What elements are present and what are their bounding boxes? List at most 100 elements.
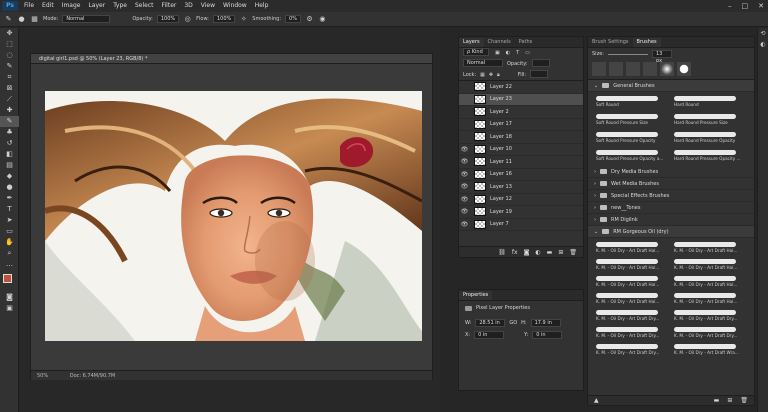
new-brush-group-icon[interactable]: ▬ <box>714 396 720 405</box>
link-go-label[interactable]: GO <box>509 320 517 326</box>
history-icon[interactable]: ⟲ <box>758 28 768 39</box>
brush-tool-icon[interactable]: ✎ <box>0 116 19 127</box>
smoothing-field[interactable]: 0% <box>285 15 301 23</box>
brush-tool-icon[interactable]: ✎ <box>4 15 13 24</box>
visibility-eye-icon[interactable]: 👁︎ <box>459 208 470 215</box>
visibility-eye-icon[interactable]: 👁︎ <box>459 183 470 190</box>
layer-row[interactable]: Layer 23 <box>459 93 583 106</box>
brush-preset[interactable]: K. M. - Oil Dry - Art Draft Hal... <box>592 274 662 290</box>
frame-tool-icon[interactable]: ⊠ <box>0 83 19 94</box>
color-icon[interactable]: ◐ <box>758 39 768 50</box>
brush-zoom-slider[interactable]: ▲ <box>594 396 599 405</box>
recent-brush-4[interactable] <box>643 62 657 76</box>
layer-row[interactable]: 👁︎ Layer 12 <box>459 194 583 206</box>
tab-brush-settings[interactable]: Brush Settings <box>588 38 633 47</box>
menu-help[interactable]: Help <box>251 0 273 12</box>
close-button[interactable]: ✕ <box>758 0 764 12</box>
quick-select-tool-icon[interactable]: ✎ <box>0 61 19 72</box>
tab-paths[interactable]: Paths <box>515 38 537 47</box>
lasso-tool-icon[interactable]: ◌ <box>0 50 19 61</box>
brush-group-oil[interactable]: ⌄ RM Gorgeous Oil (dry) <box>588 226 754 238</box>
healing-tool-icon[interactable]: ✚ <box>0 105 19 116</box>
brush-group-digiink[interactable]: › RM DigiInk <box>588 214 754 226</box>
x-field[interactable]: 0 in <box>474 331 505 339</box>
lock-position-icon[interactable]: ✥ <box>489 70 493 80</box>
new-group-icon[interactable]: ▬ <box>547 247 553 257</box>
brush-preset[interactable]: K. M. - Oil Dry - Art Draft Hal... <box>592 240 662 256</box>
visibility-eye-icon[interactable]: 👁︎ <box>459 146 470 153</box>
eyedropper-tool-icon[interactable]: ⟋ <box>0 94 19 105</box>
marquee-tool-icon[interactable]: ⬚ <box>0 39 19 50</box>
brush-preset[interactable]: Soft Round <box>592 94 662 110</box>
adjustment-layer-icon[interactable]: ◐ <box>535 247 540 257</box>
dodge-tool-icon[interactable]: ● <box>0 182 19 193</box>
y-field[interactable]: 0 in <box>532 331 563 339</box>
layer-row[interactable]: 👁︎ Layer 19 <box>459 206 583 219</box>
h-field[interactable]: 17.9 in <box>530 319 561 327</box>
layer-row[interactable]: 👁︎ Layer 13 <box>459 181 583 194</box>
history-brush-tool-icon[interactable]: ↺ <box>0 138 19 149</box>
brush-preset[interactable]: K. M. - Oil Dry - Art Draft Dry... <box>592 325 662 341</box>
brush-preset[interactable]: K. M. - Oil Dry - Art Draft Dry... <box>670 308 740 324</box>
layer-row[interactable]: Layer 17 <box>459 119 583 131</box>
fx-icon[interactable]: fx <box>512 247 518 257</box>
gradient-tool-icon[interactable]: ▤ <box>0 160 19 171</box>
visibility-eye-icon[interactable]: 👁︎ <box>459 158 470 165</box>
brush-preset[interactable]: K. M. - Oil Dry - Art Draft Wra... <box>670 342 740 358</box>
layer-opacity-field[interactable] <box>531 59 550 67</box>
screen-mode-icon[interactable]: ▣ <box>0 303 19 314</box>
document-tab[interactable]: digital girl1.psd @ 50% (Layer 23, RGB/8… <box>31 54 432 64</box>
tab-brushes[interactable]: Brushes <box>632 38 661 47</box>
filter-shape-icon[interactable]: ▭ <box>525 48 530 59</box>
brush-preset[interactable]: K. M. - Oil Dry - Art Draft Hal... <box>670 291 740 307</box>
delete-brush-icon[interactable]: 🗑︎ <box>740 396 748 405</box>
airbrush-icon[interactable]: ✧ <box>239 15 248 24</box>
mode-select[interactable]: Normal <box>62 15 111 23</box>
brush-group-special[interactable]: › Special Effects Brushes <box>588 190 754 202</box>
brush-preset[interactable]: Hard Round Pressure Size <box>670 112 740 128</box>
brush-preset-icon[interactable]: ● <box>17 15 26 24</box>
brush-group-tones[interactable]: › new__Tones <box>588 202 754 214</box>
opacity-field[interactable]: 100% <box>156 15 180 23</box>
brush-preset[interactable]: Hard Round Pressure Opacity ... <box>670 148 741 164</box>
layer-row[interactable]: Layer 22 <box>459 81 583 94</box>
brush-preset[interactable]: K. M. - Oil Dry - Art Draft Dry... <box>592 342 662 358</box>
pressure-size-icon[interactable]: ◉ <box>318 15 327 24</box>
lock-all-icon[interactable]: 🔒︎ <box>497 70 500 80</box>
zoom-tool-icon[interactable]: ⌕ <box>0 248 19 259</box>
eraser-tool-icon[interactable]: ◧ <box>0 149 19 160</box>
painting-canvas[interactable] <box>45 91 422 341</box>
recent-brush-6[interactable] <box>677 62 691 76</box>
quick-mask-icon[interactable]: ◙ <box>0 292 19 303</box>
pen-tool-icon[interactable]: ✒ <box>0 193 19 204</box>
brush-size-field[interactable]: 13 px <box>651 50 672 64</box>
menu-filter[interactable]: Filter <box>158 0 181 12</box>
brush-preset[interactable]: K. M. - Oil Dry - Art Draft Hal... <box>592 291 662 307</box>
recent-brush-5[interactable] <box>660 62 674 76</box>
recent-brush-2[interactable] <box>609 62 623 76</box>
tab-properties[interactable]: Properties <box>459 291 493 300</box>
layer-row[interactable]: 👁︎ Layer 16 <box>459 169 583 181</box>
brush-preset[interactable]: Hard Round <box>670 94 740 110</box>
brush-preset[interactable]: Hard Round Pressure Opacity <box>670 130 740 146</box>
brush-size-slider[interactable] <box>607 53 648 55</box>
layer-row[interactable]: 👁︎ Layer 11 <box>459 156 583 169</box>
maximize-button[interactable]: □ <box>742 0 749 12</box>
foreground-color-swatch[interactable] <box>3 274 12 283</box>
brush-preset[interactable]: Soft Round Pressure Opacity a... <box>592 148 663 164</box>
tab-channels[interactable]: Channels <box>484 38 515 47</box>
recent-brush-3[interactable] <box>626 62 640 76</box>
clone-stamp-tool-icon[interactable]: ♣ <box>0 127 19 138</box>
menu-image[interactable]: Image <box>58 0 85 12</box>
layer-row[interactable]: 👁︎ Layer 7 <box>459 219 583 231</box>
brush-preset[interactable]: Soft Round Pressure Size <box>592 112 662 128</box>
new-brush-icon[interactable]: ⊞ <box>727 396 732 405</box>
add-mask-icon[interactable]: ◙ <box>524 247 530 257</box>
brush-group-general[interactable]: ⌄ General Brushes <box>588 80 754 92</box>
brush-group-dry[interactable]: › Dry Media Brushes <box>588 166 754 178</box>
menu-type[interactable]: Type <box>109 0 131 12</box>
layer-row[interactable]: 👁︎ Layer 10 <box>459 144 583 156</box>
brush-preset[interactable]: K. M. - Oil Dry - Art Draft Dry... <box>592 308 662 324</box>
menu-layer[interactable]: Layer <box>84 0 109 12</box>
brush-preset[interactable]: K. M. - Oil Dry - Art Draft Hal... <box>670 257 740 273</box>
